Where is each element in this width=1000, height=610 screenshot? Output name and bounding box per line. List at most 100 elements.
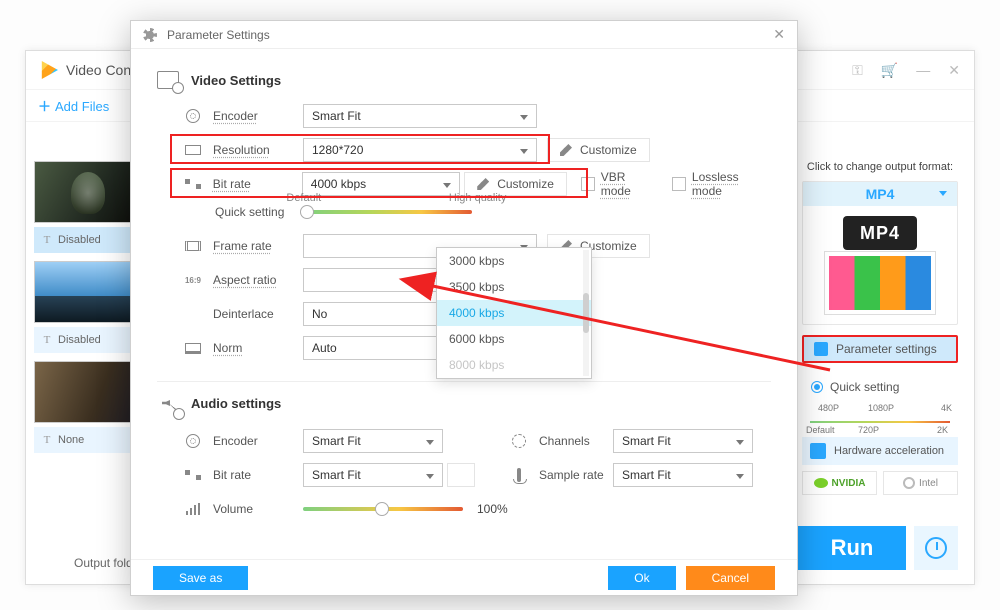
bitrate-option[interactable]: 8000 kbps [437,352,591,378]
framerate-icon [185,241,201,251]
encoder-icon [186,434,200,448]
video-encoder-select[interactable]: Smart Fit [303,104,537,128]
quick-setting-label: Quick setting [215,205,284,219]
samplerate-icon [517,468,521,482]
video-bitrate-label: Bit rate [213,177,302,191]
output-format-box[interactable]: MP4 [802,181,958,325]
chevron-down-icon [736,440,744,445]
hardware-accel-button[interactable]: Hardware acceleration [802,437,958,465]
lossless-mode-checkbox[interactable]: Lossless mode [672,170,771,198]
source-thumbnails: TDisabled TDisabled TNone [34,161,142,461]
ok-button[interactable]: Ok [608,566,675,590]
bitrate-option[interactable]: 3500 kbps [437,274,591,300]
resolution-label: Resolution [213,143,303,157]
thumb-2-caption[interactable]: TDisabled [34,327,142,353]
thumb-1-caption[interactable]: TDisabled [34,227,142,253]
app-logo-icon [40,61,58,79]
close-window-icon[interactable]: ✕ [948,62,960,79]
gpu-nvidia[interactable]: NVIDIA [802,471,877,495]
dialog-title: Parameter Settings [167,28,270,42]
app-title: Video Conv [66,62,138,78]
video-settings-heading: Video Settings [157,71,771,89]
dot-icon [812,382,822,392]
bitrate-icon [185,470,201,480]
chevron-down-icon [736,474,744,479]
thumb-2[interactable] [34,261,142,323]
audio-bitrate-label: Bit rate [213,468,303,482]
channels-label: Channels [539,434,613,448]
dropdown-scrollbar[interactable] [583,250,589,376]
cart-icon[interactable]: 🛒 [881,62,898,79]
quality-slider[interactable]: 480P 1080P 4K Default 720P 2K [806,403,954,431]
chevron-down-icon [939,191,947,196]
channels-select[interactable]: Smart Fit [613,429,753,453]
chevron-down-icon [426,474,434,479]
resolution-icon [185,145,201,155]
cancel-button[interactable]: Cancel [686,566,775,590]
intel-icon [903,477,915,489]
bitrate-dropdown[interactable]: 3000 kbps 3500 kbps 4000 kbps 6000 kbps … [436,247,592,379]
video-bitrate-select[interactable]: 4000 kbps [302,172,460,196]
thumb-1[interactable] [34,161,142,223]
deinterlace-icon [183,306,203,322]
quick-setting-button[interactable]: Quick setting [802,373,958,401]
audio-settings-heading: Audio settings [157,392,771,414]
clock-icon [925,537,947,559]
volume-slider[interactable] [303,507,463,511]
change-format-label: Click to change output format: [802,161,958,173]
mp4-gallery-icon [825,252,935,314]
thumb-3-caption[interactable]: TNone [34,427,142,453]
run-button[interactable]: Run [798,526,906,570]
dialog-titlebar: Parameter Settings ✕ [131,21,797,49]
aspect-ratio-label: Aspect ratio [213,273,303,287]
sliders-icon [814,342,828,356]
audio-bitrate-select[interactable]: Smart Fit [303,463,443,487]
chevron-down-icon [520,149,528,154]
chevron-down-icon [426,440,434,445]
quick-hq-label: High quality [449,192,506,204]
vbr-mode-checkbox[interactable]: VBR mode [581,170,658,198]
format-name: MP4 [866,186,895,202]
speaker-icon [157,392,179,414]
resolution-select[interactable]: 1280*720 [303,138,537,162]
pencil-icon [560,144,572,156]
save-as-button[interactable]: Save as [153,566,248,590]
channels-icon [512,434,526,448]
quick-setting-slider[interactable] [304,210,472,214]
thumb-3[interactable] [34,361,142,423]
volume-label: Volume [213,502,303,516]
norm-label: Norm [213,341,303,355]
nvidia-icon [814,478,828,488]
resolution-customize-button[interactable]: Customize [547,138,650,162]
volume-value: 100% [477,502,508,516]
video-encoder-label: Encoder [213,109,303,123]
audio-bitrate-edit-button[interactable] [447,463,475,487]
norm-icon [185,343,201,354]
add-files-button[interactable]: Add Files [38,99,109,114]
right-panel: Click to change output format: MP4 Param… [802,161,958,495]
audio-encoder-select[interactable]: Smart Fit [303,429,443,453]
dialog-close-icon[interactable]: ✕ [773,26,785,43]
chevron-down-icon [520,115,528,120]
framerate-label: Frame rate [213,239,303,253]
encoder-icon [186,109,200,123]
key-icon[interactable]: ⚿ [852,62,863,79]
mp4-badge-icon [843,216,917,250]
audio-encoder-label: Encoder [213,434,303,448]
samplerate-label: Sample rate [539,468,613,482]
aspect-ratio-icon: 16:9 [185,276,201,285]
minimize-icon[interactable]: — [916,62,930,79]
video-gear-icon [157,71,179,89]
bitrate-option-selected[interactable]: 4000 kbps [437,300,591,326]
schedule-button[interactable] [914,526,958,570]
deinterlace-label: Deinterlace [213,307,303,321]
volume-icon [186,503,200,515]
quick-default-label: Default [286,192,321,204]
gpu-intel[interactable]: Intel [883,471,958,495]
parameter-settings-button[interactable]: Parameter settings [802,335,958,363]
samplerate-select[interactable]: Smart Fit [613,463,753,487]
bitrate-option[interactable]: 3000 kbps [437,248,591,274]
bitrate-option[interactable]: 6000 kbps [437,326,591,352]
chip-icon [810,443,826,459]
settings-icon [143,28,157,42]
